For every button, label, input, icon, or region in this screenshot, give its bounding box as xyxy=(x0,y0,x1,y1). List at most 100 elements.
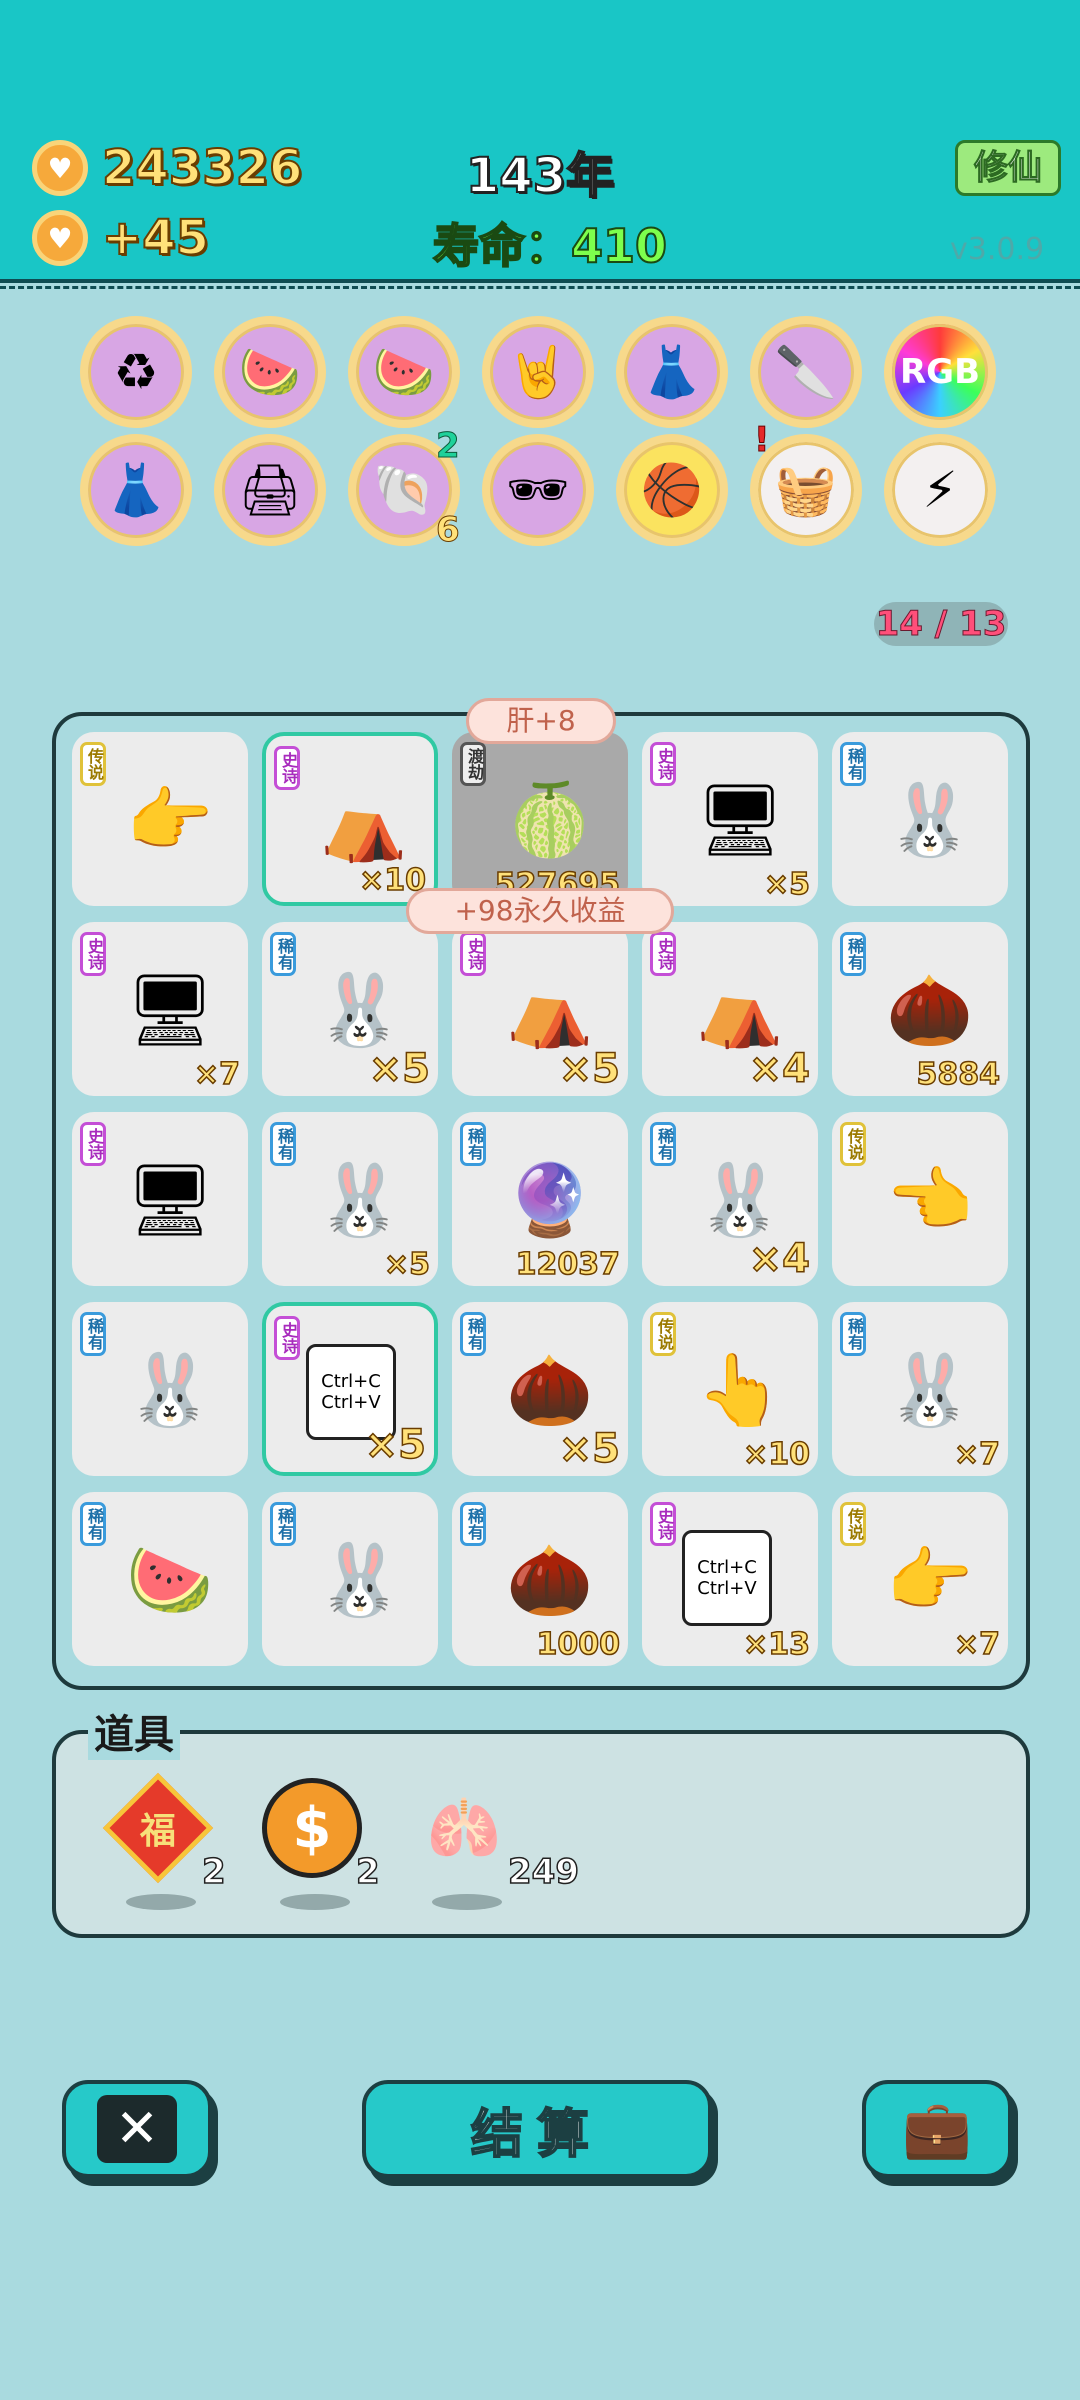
longan-sunglasses-icon-glyph: 🕶 xyxy=(506,460,570,519)
item-count: ×5 xyxy=(558,1425,621,1473)
income-heart-icon: ♥ xyxy=(32,210,88,266)
longan-glyph: 🌰 xyxy=(886,968,974,1051)
liver-icon[interactable]: 🫁 xyxy=(414,1778,514,1878)
finger-pointer-glyph: 👉 xyxy=(126,778,214,861)
bunny-icon: 🐰 xyxy=(310,960,410,1060)
prop-shadow xyxy=(126,1894,196,1910)
prop-count: 2 xyxy=(201,1851,226,1893)
xiuxian-button[interactable]: 修仙 xyxy=(955,140,1061,196)
fruit-basket-v-icon-2[interactable]: 🍉 xyxy=(348,316,460,428)
rarity-tag: 史诗 xyxy=(274,1316,300,1360)
rarity-tag: 传说 xyxy=(840,1122,866,1166)
rarity-tag: 史诗 xyxy=(650,742,676,786)
board-cell-tent[interactable]: 史诗 ⛺ ×4 xyxy=(642,922,818,1096)
bag-button[interactable]: 💼 xyxy=(862,2080,1012,2178)
settle-button[interactable]: 结算 xyxy=(362,2080,712,2178)
close-icon: ✕ xyxy=(97,2095,177,2163)
fruit-basket-v-icon[interactable]: 🍉 xyxy=(214,316,326,428)
board-cell-finger-pointer[interactable]: 传说 👉 xyxy=(72,732,248,906)
item-count: ×13 xyxy=(742,1626,810,1663)
finger-pointer-icon: 👉 xyxy=(120,770,220,870)
board-cell-tent[interactable]: 史诗 ⛺ ×10 xyxy=(262,732,438,906)
board-cell-bunny[interactable]: 稀有 🐰 ×5 xyxy=(262,922,438,1096)
coin-heart-icon: ♥ xyxy=(32,140,88,196)
board-cell-bunny[interactable]: 稀有 🐰 xyxy=(72,1302,248,1476)
gacha-ball-icon: 🔮 xyxy=(500,1150,600,1250)
props-title: 道具 xyxy=(88,1702,180,1760)
rarity-tag: 稀有 xyxy=(270,1122,296,1166)
rarity-tag: 稀有 xyxy=(840,932,866,976)
item-count: 12037 xyxy=(515,1246,621,1283)
board-cell-copy-paste[interactable]: 史诗 Ctrl+C Ctrl+V ×5 xyxy=(262,1302,438,1476)
rgb-icon-glyph: RGB xyxy=(899,352,980,392)
board-cell-finger-pointer[interactable]: 传说 👆 ×10 xyxy=(642,1302,818,1476)
bunny-icon: 🐰 xyxy=(310,1150,410,1250)
skirt-icon-glyph: 👗 xyxy=(640,342,704,401)
board-cell-bunny[interactable]: 稀有 🐰 xyxy=(262,1492,438,1666)
rarity-tag: 传说 xyxy=(80,742,106,786)
board-cell-bunny[interactable]: 稀有 🐰 ×5 xyxy=(262,1112,438,1286)
rarity-tag: 史诗 xyxy=(80,932,106,976)
recycle-icon[interactable]: ♻ xyxy=(80,316,192,428)
printer-icon[interactable]: 🖨 xyxy=(214,434,326,546)
board-cell-rgb-fans[interactable]: 史诗 🖥 xyxy=(72,1112,248,1286)
rock-hand-icon[interactable]: 🤘 xyxy=(482,316,594,428)
ctrl-v-text: Ctrl+V xyxy=(697,1578,757,1599)
item-count: ×7 xyxy=(953,1436,1001,1473)
rgb-fans-icon: 🖥 xyxy=(120,960,220,1060)
rgb-fans-icon: 🖥 xyxy=(690,770,790,870)
board-cell-tent[interactable]: 史诗 ⛺ ×5 xyxy=(452,922,628,1096)
board-cell-watermelon[interactable]: 稀有 🍉 xyxy=(72,1492,248,1666)
item-count: ×4 xyxy=(748,1235,811,1283)
watermelon-glyph: 🍉 xyxy=(126,1538,214,1621)
board-cell-longan-pair[interactable]: 渡劫 🍈 527695 xyxy=(452,732,628,906)
skirt-icon-2[interactable]: 👗 xyxy=(80,434,192,546)
cleaver-icon[interactable]: 🔪 xyxy=(750,316,862,428)
watermelon-icon: 🍉 xyxy=(120,1530,220,1630)
finger-pointer-icon: 👈 xyxy=(880,1150,980,1250)
rarity-tag: 稀有 xyxy=(270,1502,296,1546)
board-cell-longan[interactable]: 稀有 🌰 ×5 xyxy=(452,1302,628,1476)
board-cell-rgb-fans[interactable]: 史诗 🖥 ×7 xyxy=(72,922,248,1096)
basketballs-icon[interactable]: 🏀 xyxy=(616,434,728,546)
skirt-icon[interactable]: 👗 xyxy=(616,316,728,428)
board-cell-longan[interactable]: 稀有 🌰 1000 xyxy=(452,1492,628,1666)
board-cell-bunny[interactable]: 稀有 🐰 xyxy=(832,732,1008,906)
finger-pointer-icon: 👆 xyxy=(690,1340,790,1440)
prop-shadow xyxy=(432,1894,502,1910)
bunny-glyph: 🐰 xyxy=(126,1348,214,1431)
longan-icon: 🌰 xyxy=(500,1530,600,1630)
board-cell-bunny[interactable]: 稀有 🐰 ×7 xyxy=(832,1302,1008,1476)
rarity-tag: 渡劫 xyxy=(460,742,486,786)
relic-alert-icon: ! xyxy=(754,420,770,461)
board-cell-gacha-ball[interactable]: 稀有 🔮 12037 xyxy=(452,1112,628,1286)
longan-sunglasses-icon[interactable]: 🕶 xyxy=(482,434,594,546)
rarity-tag: 稀有 xyxy=(840,742,866,786)
rarity-tag: 稀有 xyxy=(840,1312,866,1356)
bunny-glyph: 🐰 xyxy=(316,1538,404,1621)
prop-count: 2 xyxy=(355,1851,380,1893)
rarity-tag: 稀有 xyxy=(650,1122,676,1166)
rarity-tag: 史诗 xyxy=(650,932,676,976)
gacha-ball-glyph: 🔮 xyxy=(506,1158,594,1241)
lightning-icon[interactable]: ⚡ xyxy=(884,434,996,546)
board-cell-longan[interactable]: 稀有 🌰 5884 xyxy=(832,922,1008,1096)
board-cell-finger-pointer[interactable]: 传说 👉 ×7 xyxy=(832,1492,1008,1666)
year-label: 143年 xyxy=(465,147,615,205)
tent-icon: ⛺ xyxy=(314,774,414,874)
board-cell-copy-paste[interactable]: 史诗 Ctrl+C Ctrl+V ×13 xyxy=(642,1492,818,1666)
gift-basket-icon-glyph: 🧺 xyxy=(774,460,838,519)
close-button[interactable]: ✕ xyxy=(62,2080,212,2178)
bunny-icon: 🐰 xyxy=(690,1150,790,1250)
bunny-icon: 🐰 xyxy=(880,770,980,870)
board-cell-finger-pointer[interactable]: 传说 👈 xyxy=(832,1112,1008,1286)
rarity-tag: 稀有 xyxy=(460,1122,486,1166)
fruit-basket-v-icon-glyph: 🍉 xyxy=(238,342,302,401)
board-cell-bunny[interactable]: 稀有 🐰 ×4 xyxy=(642,1112,818,1286)
rgb-icon[interactable]: RGB xyxy=(884,316,996,428)
rarity-tag: 史诗 xyxy=(650,1502,676,1546)
coin-icon[interactable]: $ xyxy=(262,1778,362,1878)
rgb-fans-icon: 🖥 xyxy=(120,1150,220,1250)
coins-value: 243326 xyxy=(101,139,303,197)
board-cell-rgb-fans[interactable]: 史诗 🖥 ×5 xyxy=(642,732,818,906)
